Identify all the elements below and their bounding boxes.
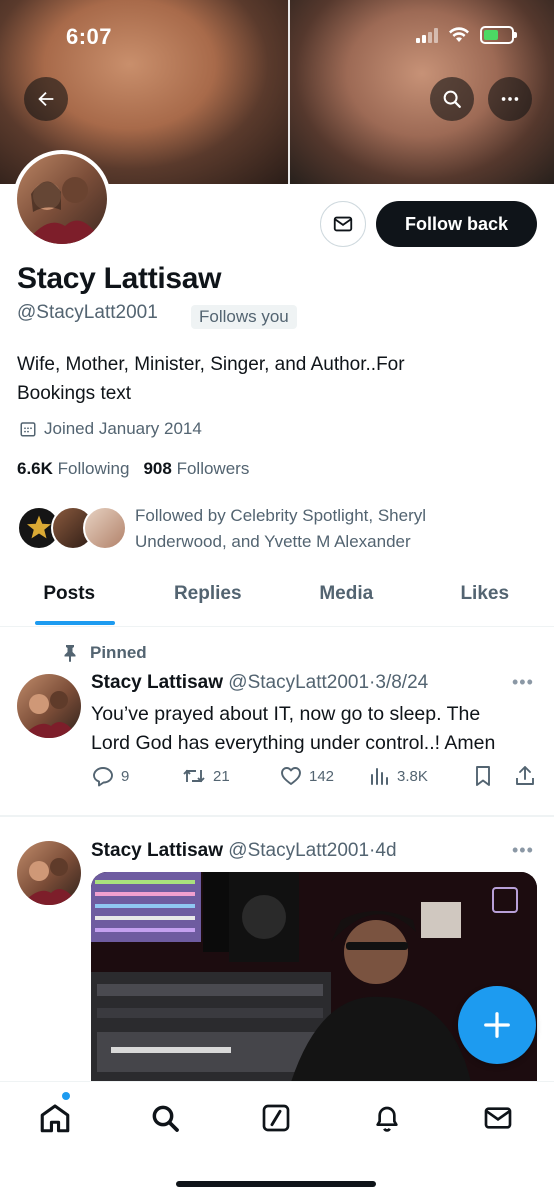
search-icon — [443, 90, 461, 108]
post-header: Stacy Lattisaw @StacyLatt2001·3/8/24 — [91, 672, 428, 694]
nav-notifications[interactable] — [369, 1100, 405, 1136]
nav-grok[interactable] — [258, 1100, 294, 1136]
reply-button[interactable]: 9 — [91, 764, 181, 788]
tab-replies[interactable]: Replies — [139, 576, 278, 626]
views-icon — [371, 768, 388, 785]
post-more-button[interactable]: ••• — [512, 672, 534, 693]
bookmark-button[interactable] — [471, 764, 513, 788]
status-time: 6:07 — [66, 24, 113, 49]
profile-tabs: Posts Replies Media Likes — [0, 576, 554, 627]
share-icon — [516, 766, 534, 785]
views-count: 3.8K — [397, 767, 428, 785]
repost-icon — [183, 769, 205, 783]
home-indicator[interactable] — [176, 1181, 376, 1187]
post-text-line: Lord God has everything under control..!… — [91, 732, 496, 754]
follows-you-badge: Follows you — [191, 305, 297, 329]
battery-icon — [480, 26, 517, 44]
post-time[interactable]: 4d — [375, 840, 396, 861]
status-icons — [416, 26, 517, 44]
wifi-icon — [449, 27, 469, 42]
display-name: Stacy Lattisaw — [17, 262, 222, 295]
active-tab-indicator — [35, 621, 115, 625]
back-button[interactable] — [24, 77, 68, 121]
pinned-indicator: Pinned — [62, 643, 147, 663]
post-text-line: You’ve prayed about IT, now go to sleep.… — [91, 703, 481, 725]
grok-icon — [262, 1104, 290, 1132]
bio-line: Bookings text — [17, 383, 132, 404]
bookmark-icon — [476, 766, 490, 786]
nav-messages[interactable] — [480, 1100, 516, 1136]
pin-icon — [64, 645, 76, 662]
bio-line: Wife, Mother, Minister, Singer, and Auth… — [17, 354, 405, 375]
cellular-signal-icon — [416, 27, 438, 43]
profile-avatar[interactable] — [13, 150, 111, 248]
post-handle[interactable]: @StacyLatt2001 — [228, 672, 369, 693]
heart-icon — [281, 767, 301, 785]
tab-likes[interactable]: Likes — [416, 576, 554, 626]
following-label: Following — [57, 459, 130, 478]
reply-count: 9 — [121, 767, 130, 785]
share-button[interactable] — [513, 764, 539, 788]
home-icon — [40, 1104, 70, 1133]
post-author[interactable]: Stacy Lattisaw — [91, 672, 223, 693]
post-actions: 9 21 142 3.8K — [91, 763, 539, 789]
plus-icon — [484, 1012, 510, 1038]
envelope-icon — [333, 216, 353, 232]
joined-date: Joined January 2014 — [19, 419, 202, 439]
yvette-alexander-avatar — [83, 506, 127, 550]
compose-button[interactable] — [458, 986, 536, 1064]
home-notification-dot — [62, 1092, 70, 1100]
post-handle[interactable]: @StacyLatt2001 — [228, 840, 369, 861]
post-author[interactable]: Stacy Lattisaw — [91, 840, 223, 861]
following-link[interactable]: 6.6K Following — [17, 459, 129, 479]
post-header: Stacy Lattisaw @StacyLatt2001·4d — [91, 840, 397, 862]
followers-label: Followers — [176, 459, 250, 478]
followers-link[interactable]: 908 Followers — [143, 459, 249, 479]
views-button[interactable]: 3.8K — [367, 764, 471, 788]
post-avatar[interactable] — [17, 841, 81, 905]
following-count: 6.6K — [17, 459, 53, 478]
repost-button[interactable]: 21 — [181, 764, 279, 788]
post-avatar[interactable] — [17, 674, 81, 738]
search-icon — [152, 1105, 179, 1132]
message-button[interactable] — [320, 201, 366, 247]
joined-label: Joined January 2014 — [44, 419, 202, 438]
follow-back-button[interactable]: Follow back — [376, 201, 537, 247]
reply-icon — [93, 767, 113, 787]
more-button[interactable] — [488, 77, 532, 121]
pinned-label: Pinned — [90, 643, 147, 662]
post-more-button[interactable]: ••• — [512, 840, 534, 861]
tab-posts[interactable]: Posts — [0, 576, 139, 626]
profile-handle: @StacyLatt2001 — [17, 302, 158, 323]
repost-count: 21 — [213, 767, 230, 785]
bell-icon — [376, 1106, 398, 1132]
calendar-icon — [20, 422, 36, 437]
profile-bio: Wife, Mother, Minister, Singer, and Auth… — [17, 350, 537, 408]
more-icon — [501, 97, 519, 101]
post-divider — [0, 815, 554, 817]
follow-stats: 6.6K Following 908 Followers — [17, 459, 249, 479]
followed-by-line: Followed by Celebrity Spotlight, Sheryl — [135, 506, 427, 525]
followed-by-avatars — [17, 503, 127, 551]
followed-by-line: Underwood, and Yvette M Alexander — [135, 532, 411, 551]
arrow-left-icon — [38, 91, 54, 107]
banner-divider — [288, 0, 290, 184]
post-time[interactable]: 3/8/24 — [375, 672, 428, 693]
followed-by[interactable]: Followed by Celebrity Spotlight, Sheryl … — [17, 503, 547, 555]
search-button[interactable] — [430, 77, 474, 121]
followers-count: 908 — [143, 459, 172, 478]
nav-home[interactable] — [37, 1100, 73, 1136]
followed-by-text: Followed by Celebrity Spotlight, Sheryl … — [135, 503, 426, 555]
like-count: 142 — [309, 767, 335, 785]
post-text: You’ve prayed about IT, now go to sleep.… — [91, 700, 541, 758]
envelope-icon — [484, 1107, 512, 1129]
nav-search[interactable] — [147, 1100, 183, 1136]
like-button[interactable]: 142 — [279, 764, 367, 788]
avatar-image — [17, 154, 107, 244]
tab-media[interactable]: Media — [277, 576, 416, 626]
